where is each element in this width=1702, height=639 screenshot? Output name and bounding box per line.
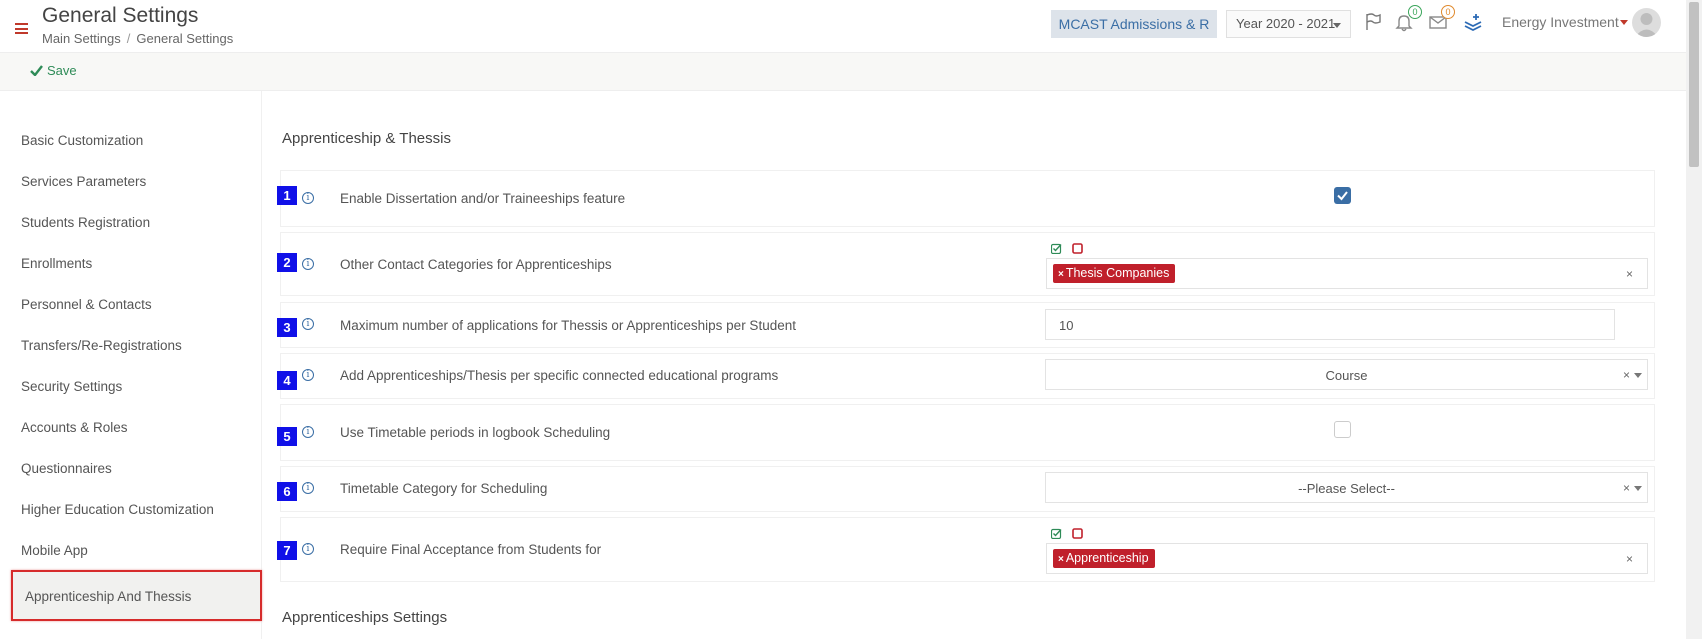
row-number-badge: 7	[277, 541, 297, 560]
row-number-badge: 5	[277, 427, 297, 446]
deselect-all-icon[interactable]	[1072, 528, 1083, 539]
info-icon[interactable]: i	[302, 482, 314, 494]
setting-label: Use Timetable periods in logbook Schedul…	[340, 425, 611, 440]
save-button[interactable]: Save	[30, 63, 77, 78]
flag-icon[interactable]	[1364, 12, 1384, 32]
avatar[interactable]	[1632, 8, 1661, 37]
top-bar: General Settings Main Settings / General S…	[0, 0, 1702, 53]
info-icon[interactable]: i	[302, 369, 314, 381]
user-caret-icon[interactable]	[1620, 20, 1628, 25]
row-number-badge: 2	[277, 253, 297, 272]
bell-icon[interactable]: 0	[1395, 5, 1422, 32]
tag-label: Thesis Companies	[1065, 266, 1170, 280]
max-applications-value: 10	[1059, 318, 1074, 333]
final-acceptance-multiselect[interactable]: × Apprenticeship ×	[1046, 543, 1648, 574]
vertical-scrollbar[interactable]	[1686, 0, 1702, 639]
row-number-badge: 6	[277, 482, 297, 501]
setting-label: Enable Dissertation and/or Traineeships …	[340, 191, 626, 206]
info-icon[interactable]: i	[302, 258, 314, 270]
tag-label: Apprenticeship	[1065, 551, 1149, 565]
timetable-periods-checkbox[interactable]	[1334, 421, 1351, 438]
deselect-all-icon[interactable]	[1072, 243, 1083, 254]
layers-add-icon[interactable]	[1463, 12, 1483, 32]
setting-label: Other Contact Categories for Apprentices…	[340, 257, 612, 272]
sidebar-item-label: Apprenticeship And Thessis	[25, 589, 192, 604]
sidebar-item-apprenticeship-thesis[interactable]: Apprenticeship And Thessis	[11, 570, 262, 621]
user-name[interactable]: Energy Investment	[1502, 14, 1619, 30]
breadcrumb: Main Settings / General Settings	[42, 31, 233, 46]
sidebar-item-students-registration[interactable]: Students Registration	[21, 215, 150, 230]
setting-label: Add Apprenticeships/Thesis per specific …	[340, 368, 779, 383]
sidebar-item-personnel-contacts[interactable]: Personnel & Contacts	[21, 297, 152, 312]
setting-label: Maximum number of applications for Thess…	[340, 318, 796, 333]
row-number-badge: 4	[277, 371, 297, 390]
sidebar-item-services-parameters[interactable]: Services Parameters	[21, 174, 146, 189]
educational-programs-select[interactable]: Course ×	[1045, 359, 1648, 390]
remove-tag-icon[interactable]: ×	[1058, 269, 1064, 280]
enable-dissertation-checkbox[interactable]	[1334, 187, 1351, 204]
chevron-down-icon	[1333, 23, 1341, 28]
institution-button[interactable]: MCAST Admissions & R	[1051, 10, 1217, 38]
sidebar-item-higher-education[interactable]: Higher Education Customization	[21, 502, 214, 517]
clear-icon[interactable]: ×	[1623, 481, 1630, 495]
save-label: Save	[47, 63, 77, 78]
breadcrumb-current: General Settings	[136, 31, 234, 46]
timetable-category-value: --Please Select--	[1298, 481, 1395, 496]
select-all-icon[interactable]	[1051, 243, 1062, 254]
remove-tag-icon[interactable]: ×	[1058, 554, 1064, 565]
select-all-icon[interactable]	[1051, 528, 1062, 539]
section-title-apprenticeships-settings: Apprenticeships Settings	[282, 609, 448, 626]
selected-tag[interactable]: × Thesis Companies	[1053, 264, 1176, 283]
setting-label: Timetable Category for Scheduling	[340, 481, 548, 496]
check-icon	[1337, 191, 1348, 201]
setting-label: Require Final Acceptance from Students f…	[340, 542, 602, 557]
scrollbar-thumb[interactable]	[1689, 2, 1699, 167]
clear-icon[interactable]: ×	[1626, 267, 1633, 281]
notifications-badge: 0	[1408, 5, 1422, 19]
breadcrumb-main-settings[interactable]: Main Settings	[42, 31, 121, 46]
sidebar-item-transfers[interactable]: Transfers/Re-Registrations	[21, 338, 182, 353]
mail-icon[interactable]: 0	[1428, 5, 1455, 32]
breadcrumb-separator: /	[126, 31, 131, 46]
year-select-value: Year 2020 - 2021	[1236, 16, 1336, 31]
row-number-badge: 1	[277, 186, 297, 205]
menu-icon[interactable]	[15, 23, 28, 34]
year-select[interactable]: Year 2020 - 2021	[1226, 10, 1351, 38]
chevron-down-icon[interactable]	[1634, 486, 1642, 491]
section-title: Apprenticeship & Thessis	[282, 130, 451, 147]
info-icon[interactable]: i	[302, 192, 314, 204]
selected-tag[interactable]: × Apprenticeship	[1053, 549, 1155, 568]
contact-categories-multiselect[interactable]: × Thesis Companies ×	[1046, 258, 1648, 289]
check-icon	[30, 65, 43, 76]
sidebar-item-enrollments[interactable]: Enrollments	[21, 256, 92, 271]
educational-programs-value: Course	[1325, 368, 1368, 383]
sidebar-item-accounts-roles[interactable]: Accounts & Roles	[21, 420, 128, 435]
sidebar-item-mobile-app[interactable]: Mobile App	[21, 543, 88, 558]
page-title: General Settings	[42, 4, 199, 27]
clear-icon[interactable]: ×	[1626, 552, 1633, 566]
sidebar-item-security-settings[interactable]: Security Settings	[21, 379, 122, 394]
messages-badge: 0	[1441, 5, 1455, 19]
info-icon[interactable]: i	[302, 543, 314, 555]
info-icon[interactable]: i	[302, 318, 314, 330]
timetable-category-select[interactable]: --Please Select-- ×	[1045, 472, 1648, 503]
sidebar-item-questionnaires[interactable]: Questionnaires	[21, 461, 112, 476]
sidebar-item-basic-customization[interactable]: Basic Customization	[21, 133, 143, 148]
max-applications-input[interactable]: 10	[1045, 309, 1615, 340]
info-icon[interactable]: i	[302, 426, 314, 438]
row-number-badge: 3	[277, 318, 297, 337]
clear-icon[interactable]: ×	[1623, 368, 1630, 382]
toolbar: Save	[0, 53, 1686, 91]
chevron-down-icon[interactable]	[1634, 373, 1642, 378]
